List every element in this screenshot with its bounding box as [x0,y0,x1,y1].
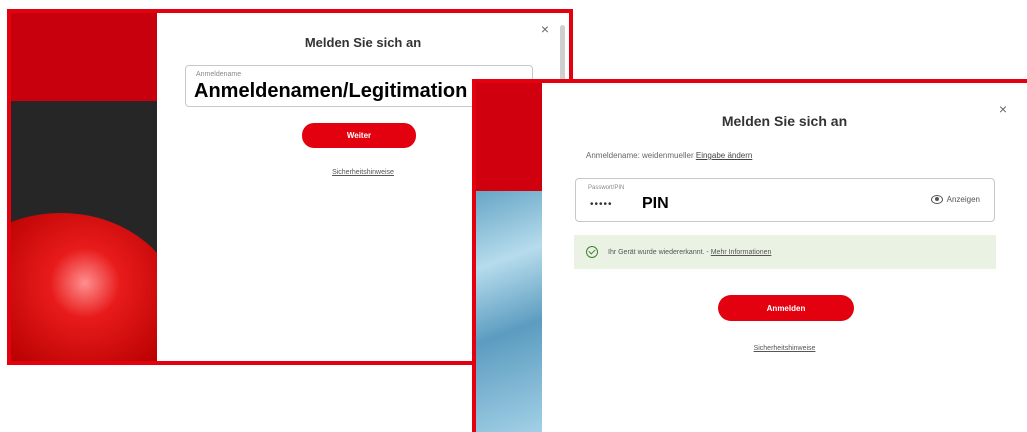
hero-red-band [11,13,157,101]
dialog-title: Melden Sie sich an [304,35,422,50]
continue-button[interactable]: Weiter [302,123,416,148]
close-icon[interactable]: × [541,21,549,37]
login-button[interactable]: Anmelden [718,295,854,321]
show-password-toggle[interactable]: Anzeigen [930,195,980,204]
check-circle-icon [586,246,598,258]
username-field-label: Anmeldename [196,71,242,78]
hero-red-band [476,83,542,191]
password-masked-value[interactable]: ••••• [590,199,613,210]
password-field[interactable]: Passwort/PIN ••••• PIN Anzeigen [575,178,995,222]
show-password-label: Anzeigen [946,195,980,204]
login-dialog: Melden Sie sich an × Anmeldename: weiden… [542,83,1027,432]
hero-image [11,13,157,361]
dialog-title: Melden Sie sich an [721,113,848,129]
security-notes-link[interactable]: Sicherheitshinweise [542,345,1027,352]
hero-image [476,83,542,432]
notice-text: Ihr Gerät wurde wiedererkannt. - [608,248,709,256]
more-info-link[interactable]: Mehr Informationen [711,249,772,256]
close-icon[interactable]: × [999,101,1007,117]
username-text: Anmeldename: weidenmueller [586,151,694,160]
username-line: Anmeldename: weidenmueller Eingabe änder… [586,151,752,160]
device-recognized-notice: Ihr Gerät wurde wiedererkannt. - Mehr In… [574,235,996,269]
username-field-value[interactable]: Anmeldenamen/Legitimation [194,80,467,103]
password-field-label: Passwort/PIN [588,185,625,191]
change-input-link[interactable]: Eingabe ändern [696,151,753,160]
screenshot-password-step: Melden Sie sich an × Anmeldename: weiden… [472,79,1027,432]
hero-red-shape [11,213,157,361]
eye-icon [930,195,943,204]
pin-annotation: PIN [642,195,669,212]
